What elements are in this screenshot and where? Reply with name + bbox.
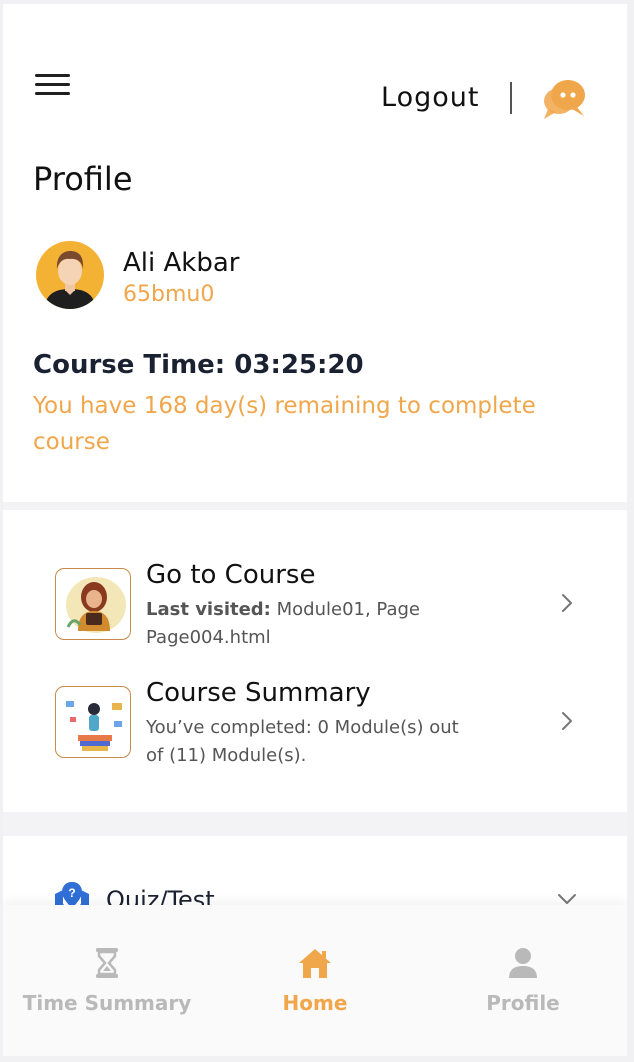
page-title: Profile bbox=[33, 160, 133, 198]
svg-text:?: ? bbox=[68, 886, 75, 900]
last-visited-text: Last visited: Module01, Page Page004.htm… bbox=[146, 596, 466, 652]
go-to-course-thumbnail bbox=[55, 568, 131, 640]
course-summary-subtitle: You’ve completed: 0 Module(s) out of (11… bbox=[146, 717, 459, 766]
chevron-right-icon bbox=[562, 594, 572, 612]
profile-card: Logout Profile Ali Akbar 65bmu0 Course T bbox=[3, 4, 627, 502]
course-summary-item[interactable]: Course Summary You’ve completed: 0 Modul… bbox=[3, 668, 627, 768]
header-divider bbox=[510, 82, 512, 114]
bottom-tab-bar: Time Summary Home Profile bbox=[3, 905, 627, 1056]
app-screen: Logout Profile Ali Akbar 65bmu0 Course T bbox=[3, 4, 627, 1056]
tab-label: Time Summary bbox=[22, 991, 192, 1015]
course-summary-thumbnail bbox=[55, 686, 131, 758]
chevron-right-icon bbox=[562, 712, 572, 730]
course-navigation-card: Go to Course Last visited: Module01, Pag… bbox=[3, 510, 627, 812]
remaining-days-text: You have 168 day(s) remaining to complet… bbox=[33, 393, 536, 455]
home-icon bbox=[299, 949, 331, 978]
hamburger-menu-icon[interactable] bbox=[35, 74, 71, 100]
user-id: 65bmu0 bbox=[123, 282, 215, 307]
go-to-course-title: Go to Course bbox=[146, 560, 316, 590]
tab-profile[interactable]: Profile bbox=[419, 905, 627, 1056]
avatar bbox=[36, 241, 104, 309]
last-visited-label: Last visited: bbox=[146, 599, 271, 620]
hourglass-icon bbox=[96, 948, 118, 978]
course-time: Course Time: 03:25:20 bbox=[33, 350, 364, 380]
user-name: Ali Akbar bbox=[123, 248, 240, 278]
tab-home[interactable]: Home bbox=[211, 905, 419, 1056]
course-summary-title: Course Summary bbox=[146, 678, 371, 708]
chat-bubble-icon[interactable] bbox=[540, 76, 588, 122]
tab-time-summary[interactable]: Time Summary bbox=[3, 905, 211, 1056]
logout-button[interactable]: Logout bbox=[381, 82, 479, 113]
tab-label: Home bbox=[282, 991, 348, 1015]
tab-label: Profile bbox=[486, 991, 560, 1015]
chevron-down-icon[interactable] bbox=[556, 892, 578, 906]
go-to-course-item[interactable]: Go to Course Last visited: Module01, Pag… bbox=[3, 550, 627, 650]
person-icon bbox=[509, 948, 537, 978]
